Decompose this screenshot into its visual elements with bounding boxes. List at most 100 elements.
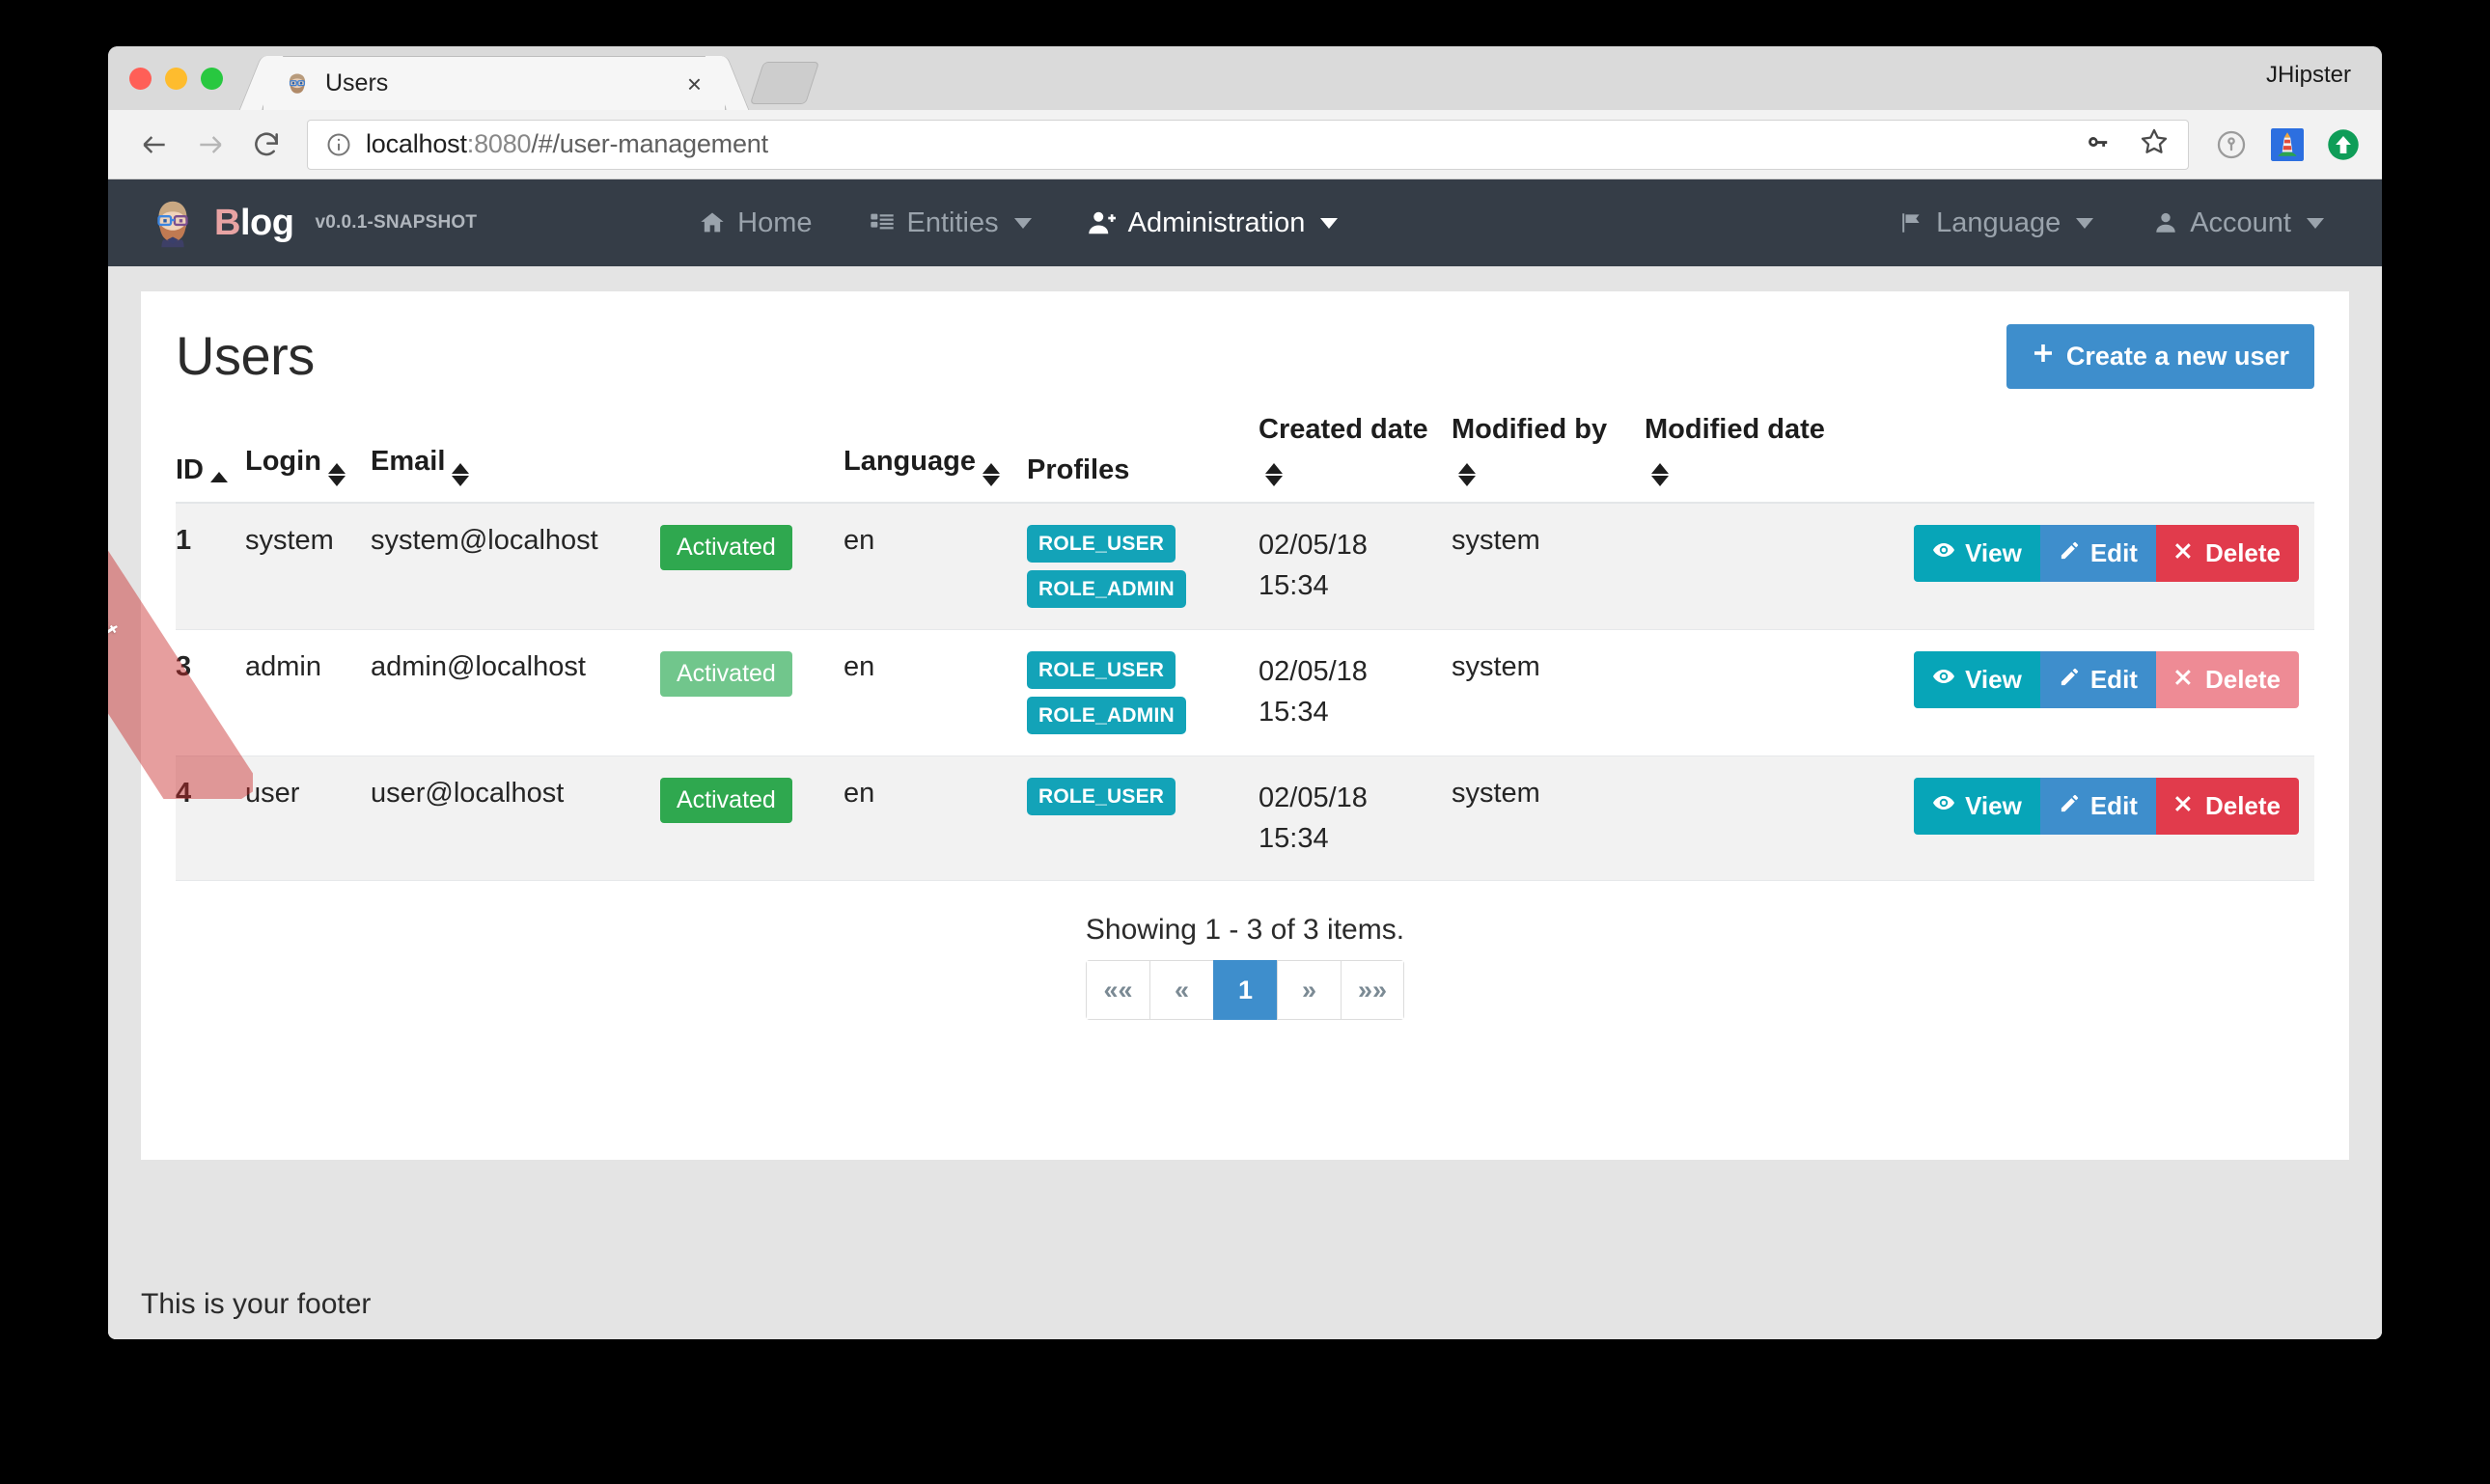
view-button[interactable]: View (1914, 525, 2040, 583)
reload-button[interactable] (241, 120, 291, 170)
cell-login: admin (245, 629, 371, 757)
col-header-modified-date[interactable]: Modified date (1645, 414, 1857, 505)
prev-page[interactable]: « (1149, 960, 1213, 1021)
omnibox-actions (2082, 125, 2171, 163)
first-page[interactable]: «« (1086, 960, 1149, 1021)
nav-item-entities[interactable]: Entities (869, 207, 1032, 239)
col-header-modified-by[interactable]: Modified by (1452, 414, 1645, 505)
page-header: Users Create a new user (176, 318, 2314, 389)
last-page[interactable]: »» (1341, 960, 1404, 1021)
cell-language: en (844, 756, 1027, 882)
close-icon (2174, 538, 2196, 568)
cell-modified-by: system (1452, 503, 1645, 631)
pencil-icon (2059, 665, 2081, 695)
jhipster-avatar-icon (143, 193, 203, 253)
col-header-language[interactable]: Language (844, 414, 1027, 505)
next-page[interactable]: » (1277, 960, 1341, 1021)
sort-icon (1265, 463, 1283, 487)
table-row: 3 admin admin@localhost Activated en ROL… (176, 629, 2314, 757)
sort-icon (327, 463, 346, 487)
nav-item-language-label: Language (1936, 206, 2061, 238)
address-bar[interactable]: localhost:8080/#/user-management (307, 119, 2189, 170)
browser-profile-name[interactable]: JHipster (2266, 62, 2351, 89)
maximize-window-button[interactable] (201, 68, 223, 90)
plus-icon (2032, 342, 2055, 371)
cell-id[interactable]: 4 (176, 756, 245, 882)
profile-badge: ROLE_ADMIN (1027, 570, 1186, 609)
cell-actions: View Edit Delete (1857, 629, 2314, 757)
view-button[interactable]: View (1914, 651, 2040, 709)
nav-item-administration[interactable]: Administration (1088, 207, 1339, 239)
delete-button[interactable]: Delete (2155, 778, 2299, 836)
users-card: Users Create a new user ID Login Email L… (141, 291, 2349, 1160)
pagination-info: Showing 1 - 3 of 3 items. (1085, 914, 1405, 947)
col-header-login[interactable]: Login (245, 414, 371, 505)
browser-tab[interactable]: Users × (263, 56, 726, 110)
browser-toolbar: localhost:8080/#/user-management (108, 110, 2382, 179)
list-icon (869, 209, 896, 236)
users-table-head: ID Login Email Language Profiles Created… (176, 414, 2314, 505)
sort-icon (1651, 463, 1669, 487)
url-text: localhost:8080/#/user-management (366, 129, 768, 159)
col-header-created-date[interactable]: Created date (1259, 414, 1452, 505)
cell-actions: View Edit Delete (1857, 503, 2314, 631)
back-button[interactable] (129, 120, 180, 170)
cell-status: Activated (660, 503, 844, 631)
cell-status: Activated (660, 629, 844, 757)
status-badge[interactable]: Activated (660, 651, 792, 698)
upload-green-icon[interactable] (2326, 127, 2361, 162)
edit-button[interactable]: Edit (2039, 525, 2156, 583)
nav-item-home[interactable]: Home (699, 207, 813, 239)
cell-id[interactable]: 1 (176, 503, 245, 631)
onepassword-icon[interactable] (2214, 127, 2249, 162)
page-1[interactable]: 1 (1213, 960, 1277, 1021)
footer-text: This is your footer (141, 1288, 372, 1320)
create-new-user-label: Create a new user (2065, 342, 2289, 371)
browser-tabstrip: Users × JHipster (108, 46, 2382, 110)
flag-icon (1899, 210, 1924, 235)
sort-asc-icon (210, 472, 228, 482)
close-window-button[interactable] (129, 68, 152, 90)
eye-icon (1932, 665, 1955, 695)
edit-button[interactable]: Edit (2039, 651, 2156, 709)
minimize-window-button[interactable] (165, 68, 187, 90)
tab-title: Users (325, 69, 389, 96)
delete-button[interactable]: Delete (2155, 651, 2299, 709)
close-icon[interactable]: × (679, 68, 709, 100)
col-header-id[interactable]: ID (176, 414, 245, 505)
user-icon (2153, 210, 2178, 235)
url-host: localhost (366, 129, 467, 158)
lighthouse-icon[interactable] (2270, 127, 2305, 162)
site-info-icon[interactable] (325, 131, 352, 158)
pencil-icon (2059, 538, 2081, 568)
extension-icons (2208, 127, 2361, 162)
nav-item-administration-label: Administration (1127, 206, 1306, 238)
brand-link[interactable]: Blog v0.0.1-SNAPSHOT (143, 193, 477, 253)
pagination-controls: «« «1»»» (1086, 960, 1404, 1021)
row-action-group: View Edit Delete (1914, 525, 2299, 583)
create-new-user-button[interactable]: Create a new user (2006, 324, 2314, 389)
key-icon[interactable] (2082, 125, 2115, 163)
content-wrapper: Users Create a new user ID Login Email L… (108, 266, 2382, 1160)
status-badge[interactable]: Activated (660, 778, 792, 824)
nav-item-account[interactable]: Account (2153, 207, 2324, 239)
forward-button[interactable] (185, 120, 235, 170)
new-tab-button[interactable] (749, 62, 820, 104)
url-port: :8080 (466, 129, 532, 158)
star-icon[interactable] (2138, 125, 2171, 163)
brand-version: v0.0.1-SNAPSHOT (315, 212, 478, 233)
cell-created-date: 02/05/18 15:34 (1259, 756, 1452, 882)
jhipster-avatar-icon (285, 71, 310, 96)
col-header-email[interactable]: Email (371, 414, 660, 505)
view-button[interactable]: View (1914, 778, 2040, 836)
app-navbar: Blog v0.0.1-SNAPSHOT Home Entities Admin… (108, 179, 2382, 266)
cell-id[interactable]: 3 (176, 629, 245, 757)
col-header-actions (1857, 414, 2314, 505)
status-badge[interactable]: Activated (660, 525, 792, 571)
nav-item-language[interactable]: Language (1899, 206, 2094, 239)
cell-email: admin@localhost (371, 629, 660, 757)
edit-button[interactable]: Edit (2039, 778, 2156, 836)
eye-icon (1932, 791, 1955, 821)
delete-button[interactable]: Delete (2155, 525, 2299, 583)
nav-item-account-label: Account (2190, 206, 2291, 238)
